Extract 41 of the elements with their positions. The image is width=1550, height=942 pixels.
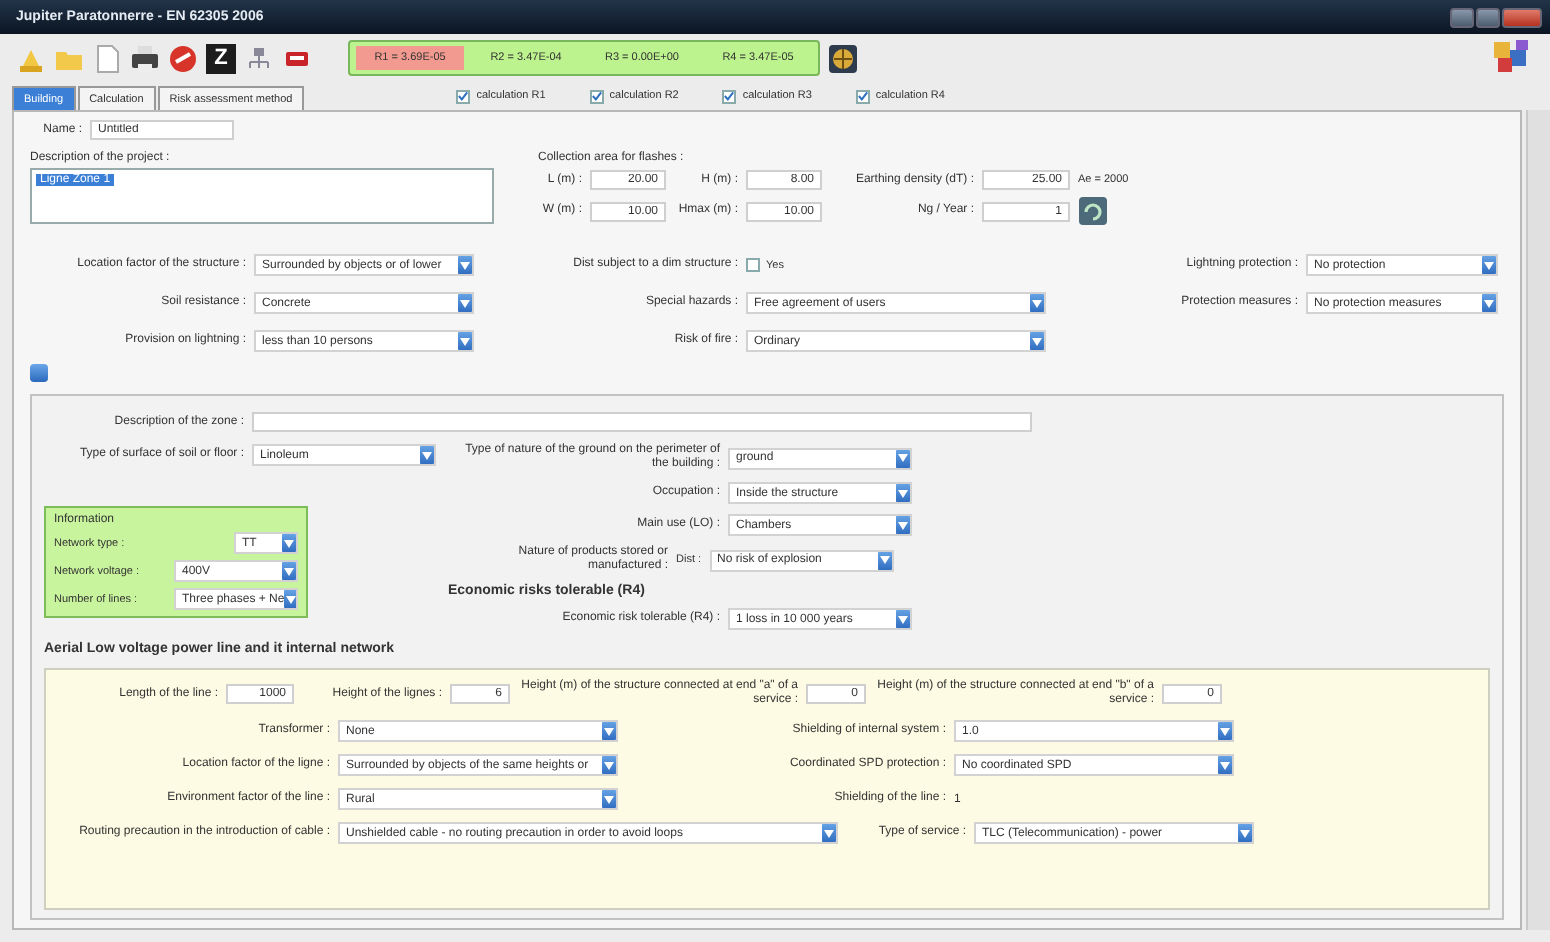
minimize-button[interactable] (1450, 7, 1474, 27)
checkbox[interactable] (589, 89, 604, 103)
dropdown-arrow-icon (458, 256, 472, 274)
dropdown-arrow-icon (1218, 722, 1232, 740)
dropdown-arrow-icon (1030, 332, 1044, 350)
refresh-icon[interactable] (1078, 196, 1108, 226)
stop-icon[interactable] (168, 43, 198, 73)
dropdown-arrow-icon (1482, 256, 1496, 274)
checkbox[interactable] (722, 89, 737, 103)
dropdown-arrow-icon (282, 562, 296, 580)
dropdown-arrow-icon (420, 446, 434, 464)
network-icon[interactable] (244, 43, 274, 73)
collapse-button[interactable] (30, 364, 48, 382)
checkbox[interactable] (855, 89, 870, 103)
dropdown-arrow-icon (877, 551, 892, 569)
dropdown-arrow-icon (602, 756, 616, 774)
dropdown-arrow-icon (282, 534, 296, 552)
dropdown-arrow-icon (1030, 294, 1044, 312)
dropdown-arrow-icon (896, 610, 910, 628)
dropdown-arrow-icon (458, 294, 472, 312)
checkbox[interactable] (456, 89, 471, 103)
dropdown-arrow-icon (1482, 294, 1496, 312)
globe-icon[interactable] (828, 43, 858, 73)
dropdown-arrow-icon (602, 790, 616, 808)
scrollbar[interactable] (1526, 110, 1550, 930)
dropdown-arrow-icon (602, 722, 616, 740)
dropdown-arrow-icon (822, 824, 836, 842)
dropdown-arrow-icon (896, 449, 910, 467)
z-button[interactable]: Z (206, 43, 236, 73)
input-field[interactable] (252, 412, 1032, 432)
dropdown-arrow-icon (896, 484, 910, 502)
dropdown-arrow-icon (1238, 824, 1252, 842)
dropdown-arrow-icon (896, 516, 910, 534)
checkbox[interactable] (746, 258, 760, 272)
printer-icon[interactable] (130, 43, 160, 73)
maximize-button[interactable] (1476, 7, 1500, 27)
close-button[interactable] (1502, 7, 1542, 27)
dropdown-arrow-icon (458, 332, 472, 350)
dropdown-arrow-icon (284, 590, 296, 608)
cubes-logo (1490, 38, 1534, 78)
dropdown-arrow-icon (1218, 756, 1232, 774)
